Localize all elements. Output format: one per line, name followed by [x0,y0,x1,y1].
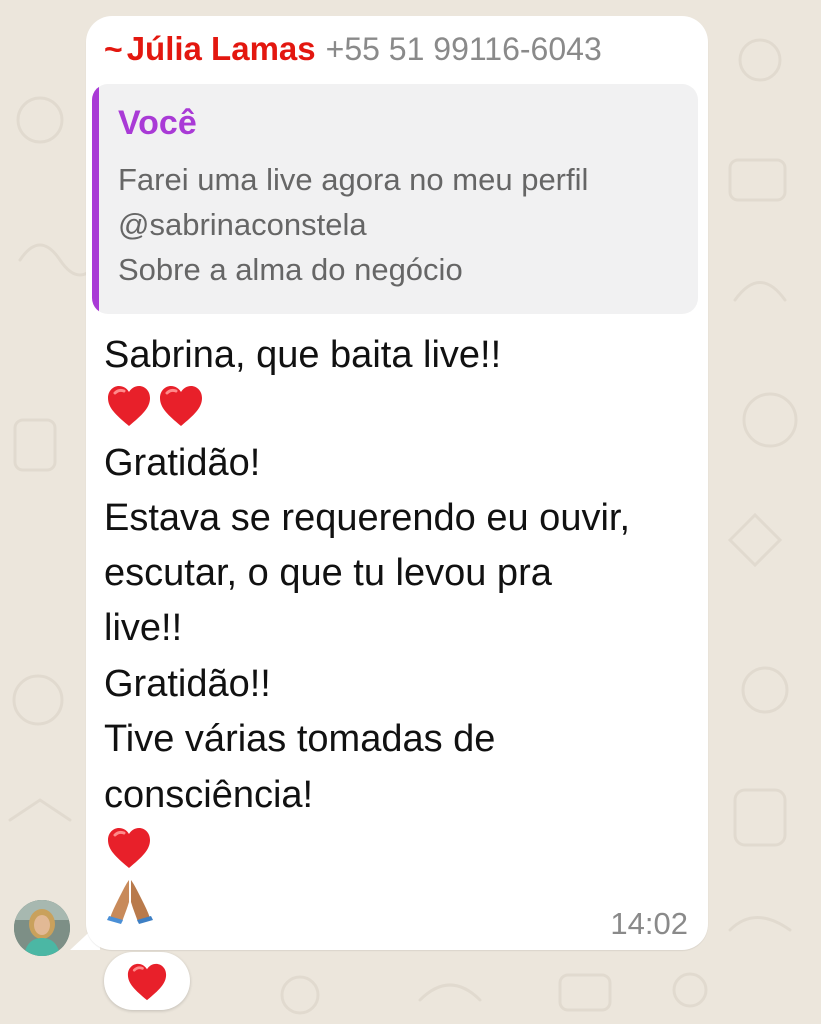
message-line-4: escutar, o que tu levou pra [104,552,552,594]
message-timestamp: 14:02 [610,906,688,941]
heart-emoji-icon [106,826,152,870]
quoted-message[interactable]: Você Farei uma live agora no meu perfil … [92,84,698,314]
quote-accent-bar [92,84,99,314]
quote-line-1: Farei uma live agora no meu perfil [118,162,589,197]
reaction-heart-icon [126,962,168,1007]
message-line-2: Gratidão! [104,442,261,484]
sender-phone: +55 51 99116-6043 [325,31,602,67]
sender-avatar[interactable] [14,900,70,956]
heart-emoji-icon [158,384,204,428]
message-line-8: consciência! [104,774,314,816]
sender-header[interactable]: ~ Júlia Lamas +55 51 99116-6043 [104,30,694,74]
praying-hands-icon [106,876,154,929]
message-line-7: Tive várias tomadas de [104,718,496,760]
sender-name[interactable]: Júlia Lamas [127,30,316,67]
message-line-6: Gratidão!! [104,663,271,705]
reaction-pill[interactable] [104,952,190,1010]
message-line-1: Sabrina, que baita live!! [104,334,502,376]
message-line-5: live!! [104,607,183,649]
heart-emoji-icon [106,384,152,428]
quote-line-2: @sabrinaconstela [118,207,367,242]
message-line-3: Estava se requerendo eu ouvir, [104,497,631,539]
quote-line-3: Sobre a alma do negócio [118,252,463,287]
quote-author: Você [118,104,197,142]
avatar-portrait-icon [14,900,70,956]
sender-tilde: ~ [104,31,123,67]
